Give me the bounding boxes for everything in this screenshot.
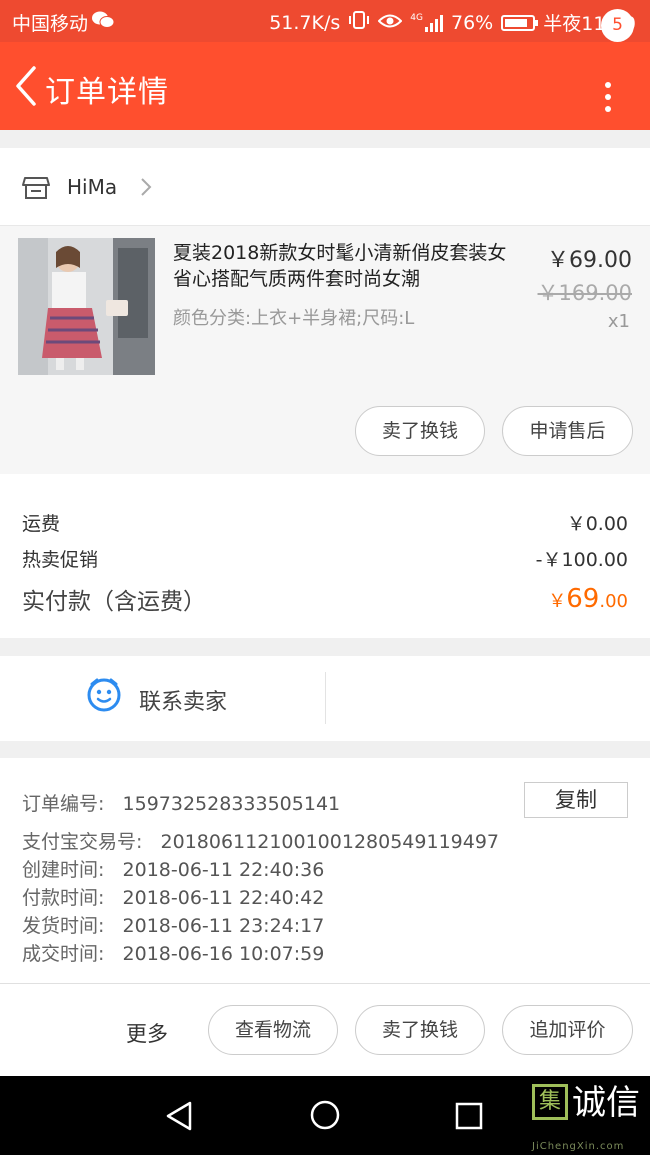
vibrate-icon (348, 10, 370, 35)
chevron-right-icon (138, 176, 154, 198)
nav-home-icon[interactable] (309, 1099, 341, 1131)
apply-after-sales-button[interactable]: 申请售后 (502, 406, 633, 456)
total-decimal: .00 (599, 591, 628, 612)
order-number-row: 订单编号: 159732528333505141 (22, 789, 340, 816)
fee-summary: 运费 ￥0.00 热卖促销 -￥100.00 实付款（含运费） ￥69.00 (0, 474, 650, 638)
total-currency: ￥ (548, 591, 567, 612)
paid-label: 付款时间: (22, 887, 105, 909)
system-nav-bar: 集诚信 JiChengXin.com (0, 1076, 650, 1155)
product-price: ￥69.00 (547, 248, 632, 273)
order-info: 订单编号: 159732528333505141 复制 支付宝交易号: 2018… (0, 758, 650, 984)
eye-icon (377, 12, 403, 34)
battery-percent: 76% (451, 11, 494, 34)
notification-badge: 5 (601, 9, 634, 42)
paid-time: 2018-06-11 22:40:42 (122, 887, 325, 909)
watermark-box: 集 (532, 1084, 568, 1120)
promo-value: -￥100.00 (535, 549, 628, 571)
sell-for-cash-button[interactable]: 卖了换钱 (355, 406, 485, 456)
shipped-time: 2018-06-11 23:24:17 (122, 915, 325, 937)
paid-row: 付款时间: 2018-06-11 22:40:42 (22, 883, 324, 910)
closed-label: 成交时间: (22, 943, 105, 965)
carrier-label: 中国移动 (12, 13, 89, 35)
product-spec: 颜色分类:上衣+半身裙;尺码:L (173, 308, 415, 329)
alipay-label: 支付宝交易号: (22, 831, 143, 853)
battery-icon (501, 14, 539, 31)
watermark-logo: 集诚信 JiChengXin.com (532, 1083, 640, 1152)
network-speed: 51.7K/s (269, 11, 341, 34)
created-label: 创建时间: (22, 859, 105, 881)
app-bar: 订单详情 (0, 42, 650, 130)
total-row: 实付款（含运费） ￥69.00 (22, 582, 628, 616)
shop-name: HiMa (67, 175, 118, 199)
promo-row: 热卖促销 -￥100.00 (22, 545, 628, 572)
total-label: 实付款（含运费） (22, 589, 206, 615)
alipay-number: 2018061121001001280549119497 (160, 831, 500, 853)
total-integer: 69 (566, 584, 600, 614)
shipping-label: 运费 (22, 513, 61, 535)
shipping-row: 运费 ￥0.00 (22, 509, 628, 536)
action-bar: 更多 查看物流 卖了换钱 追加评价 (0, 984, 650, 1076)
chat-smile-icon (86, 677, 122, 713)
more-button[interactable]: 更多 (126, 1018, 168, 1048)
product-card[interactable]: 夏装2018新款女时髦小清新俏皮套装女省心搭配气质两件套时尚女潮 颜色分类:上衣… (0, 226, 650, 474)
shop-row[interactable]: HiMa (0, 148, 650, 226)
closed-row: 成交时间: 2018-06-16 10:07:59 (22, 939, 324, 966)
sell-for-cash-bottom-button[interactable]: 卖了换钱 (355, 1005, 485, 1055)
nav-back-icon[interactable] (164, 1100, 194, 1132)
product-thumbnail[interactable] (18, 238, 155, 375)
contact-bar: 联系卖家 (0, 656, 650, 741)
wechat-icon (92, 11, 115, 34)
store-icon (22, 175, 50, 201)
shipping-value: ￥0.00 (566, 513, 628, 535)
order-number: 159732528333505141 (122, 793, 341, 815)
add-review-button[interactable]: 追加评价 (502, 1005, 633, 1055)
product-original-price: ￥169.00 (537, 281, 632, 305)
watermark-subtext: JiChengXin.com (532, 1141, 625, 1152)
alipay-row: 支付宝交易号: 2018061121001001280549119497 (22, 827, 499, 854)
shipped-label: 发货时间: (22, 915, 105, 937)
total-value: ￥69.00 (548, 584, 628, 614)
watermark-text: 诚信 (572, 1083, 640, 1123)
contact-divider (325, 672, 326, 724)
back-arrow-icon[interactable] (10, 62, 44, 110)
product-name: 夏装2018新款女时髦小清新俏皮套装女省心搭配气质两件套时尚女潮 (173, 242, 507, 290)
product-quantity: x1 (607, 311, 630, 332)
nav-recents-icon[interactable] (455, 1102, 483, 1130)
view-logistics-button[interactable]: 查看物流 (208, 1005, 338, 1055)
page-title: 订单详情 (45, 75, 169, 110)
promo-label: 热卖促销 (22, 549, 99, 571)
more-menu-icon[interactable] (596, 82, 620, 122)
created-time: 2018-06-11 22:40:36 (122, 859, 325, 881)
closed-time: 2018-06-16 10:07:59 (122, 943, 325, 965)
shipped-row: 发货时间: 2018-06-11 23:24:17 (22, 911, 324, 938)
status-bar: 中国移动 51.7K/s 4G 76% 半夜11:20 (0, 0, 650, 42)
created-row: 创建时间: 2018-06-11 22:40:36 (22, 855, 324, 882)
copy-button[interactable]: 复制 (524, 782, 628, 818)
signal-icon: 4G (410, 13, 443, 32)
contact-seller-button[interactable]: 联系卖家 (139, 684, 227, 716)
order-number-label: 订单编号: (22, 793, 105, 815)
